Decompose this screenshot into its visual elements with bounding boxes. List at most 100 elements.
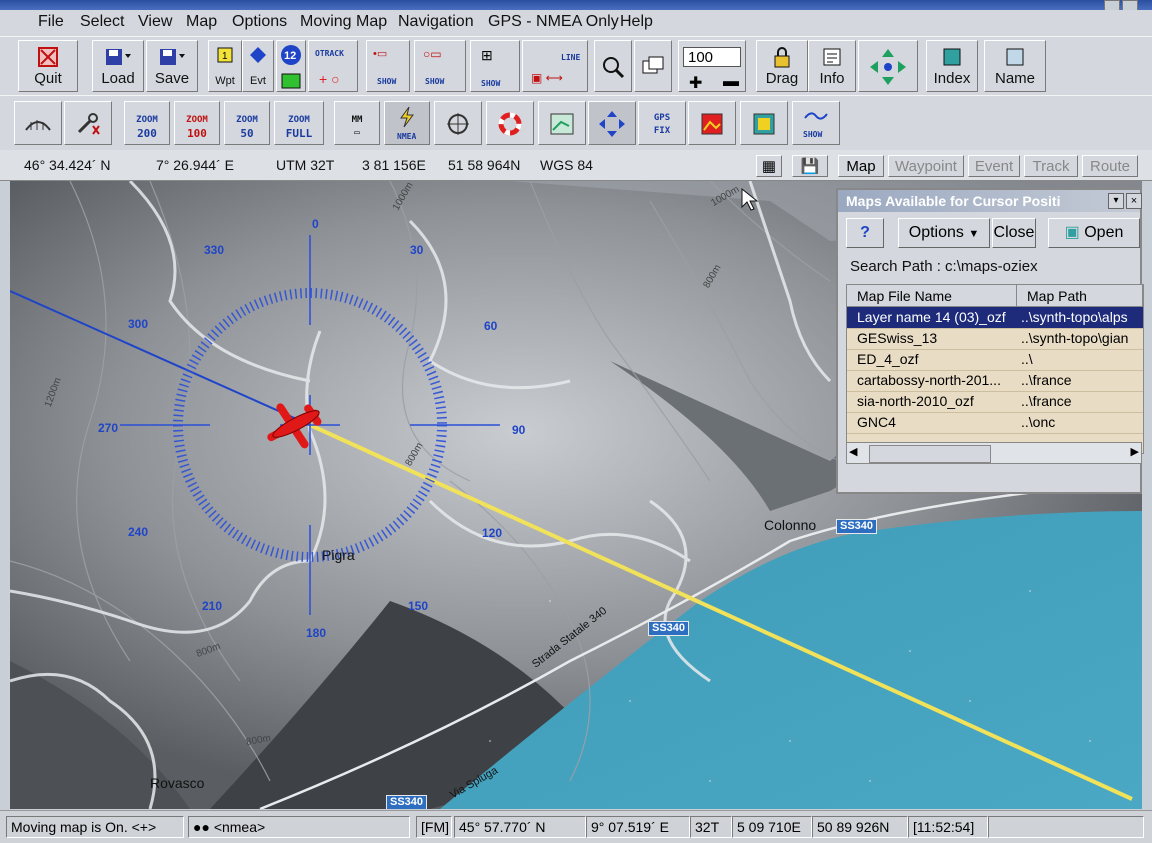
- zoom-50-button[interactable]: ZOOM 50: [224, 101, 270, 145]
- mouse-cursor-icon: [741, 187, 759, 211]
- help-button[interactable]: ?: [846, 218, 884, 248]
- table-row[interactable]: GNC4 ..\onc: [847, 412, 1143, 434]
- search-path: Search Path : c:\maps-oziex: [850, 258, 1038, 275]
- moving-map-button[interactable]: MM ▭: [334, 101, 380, 145]
- road-shield-ss340: SS340: [648, 621, 690, 636]
- menu-options[interactable]: Options: [232, 13, 287, 31]
- map-index-icon: [941, 46, 963, 73]
- horizontal-scrollbar[interactable]: ◀ ▶: [846, 442, 1142, 464]
- menu-gps-nmea[interactable]: GPS - NMEA Only: [488, 13, 619, 31]
- otrack-button[interactable]: OTRACK + ○: [308, 40, 358, 92]
- scroll-left-icon[interactable]: ◀: [849, 445, 857, 458]
- nmea-button[interactable]: NMEA: [384, 101, 430, 145]
- drag-button[interactable]: Drag: [756, 40, 808, 92]
- menu-select[interactable]: Select: [80, 13, 124, 31]
- road-shield-ss340: SS340: [836, 519, 878, 534]
- tab-track[interactable]: Track: [1024, 155, 1078, 177]
- moving-map-status: Moving map is On. <+>: [6, 816, 184, 838]
- center-gps-button[interactable]: [434, 101, 482, 145]
- wave-icon: [803, 108, 829, 127]
- show-waypoints-button[interactable]: •▭ SHOW: [366, 40, 410, 92]
- map-picture-button[interactable]: [688, 101, 736, 145]
- window-button[interactable]: [634, 40, 672, 92]
- map-index-button[interactable]: [740, 101, 788, 145]
- menu-moving-map[interactable]: Moving Map: [300, 13, 387, 31]
- table-row[interactable]: sia-north-2010_ozf ..\france: [847, 391, 1143, 413]
- place-pigra: Pigra: [322, 547, 355, 563]
- scroll-right-icon[interactable]: ▶: [1131, 445, 1139, 458]
- col-map-file-name[interactable]: Map File Name: [847, 285, 1017, 307]
- scroll-thumb[interactable]: [869, 445, 991, 463]
- quit-button[interactable]: Quit: [18, 40, 78, 92]
- info-button[interactable]: Info: [808, 40, 856, 92]
- gps-fix-button[interactable]: GPS FIX: [638, 101, 686, 145]
- track-number-label: 12: [284, 50, 296, 62]
- map-stack-icon: [752, 112, 776, 141]
- show-track-button[interactable]: SHOW: [792, 101, 840, 145]
- zoom-out-icon[interactable]: ▬: [723, 73, 739, 91]
- datum: WGS 84: [540, 157, 593, 173]
- map-path: ..\onc: [1021, 414, 1056, 430]
- name-button[interactable]: Name: [984, 40, 1046, 92]
- show-tracks-button[interactable]: ⊞ SHOW: [470, 40, 520, 92]
- col-map-path[interactable]: Map Path: [1017, 285, 1143, 307]
- place-rovasco: Rovasco: [150, 775, 205, 791]
- menu-view[interactable]: View: [138, 13, 172, 31]
- line-button[interactable]: LINE ▣ ⟷: [522, 40, 588, 92]
- zoom-label: ZOOM: [186, 115, 208, 125]
- line-icon: ▣ ⟷: [531, 71, 563, 85]
- open-button[interactable]: ▣ Open: [1048, 218, 1140, 248]
- compass-label-0: 0: [312, 217, 319, 231]
- zoom-select[interactable]: 100: [683, 47, 741, 67]
- options-button[interactable]: Options ▼: [898, 218, 990, 248]
- zoom-full-button[interactable]: ZOOM FULL: [274, 101, 324, 145]
- map-path: ..\synth-topo\alps: [1021, 309, 1128, 325]
- menu-help[interactable]: Help: [620, 13, 653, 31]
- lifebuoy-button[interactable]: [486, 101, 534, 145]
- mm-label: MM: [351, 115, 363, 125]
- windows-icon: [641, 55, 665, 84]
- map-name-icon: [1004, 46, 1026, 73]
- place-colonno: Colonno: [764, 517, 817, 533]
- index-button[interactable]: Index: [926, 40, 978, 92]
- tools-button[interactable]: [64, 101, 112, 145]
- zoom-200-button[interactable]: ZOOM 200: [124, 101, 170, 145]
- map-open-icon: ▣: [1064, 224, 1080, 241]
- compass-label-120: 120: [482, 526, 503, 540]
- close-button[interactable]: Close: [992, 218, 1036, 248]
- tab-waypoint[interactable]: Waypoint: [888, 155, 964, 177]
- oziexplorer-window: File Select View Map Options Moving Map …: [0, 0, 1152, 843]
- track-button[interactable]: 12: [276, 40, 306, 92]
- track-point-icon: ⊞: [481, 47, 493, 63]
- wrench-icon: [73, 112, 103, 141]
- panel-close-icon[interactable]: ×: [1126, 193, 1142, 209]
- track-map-button[interactable]: [538, 101, 586, 145]
- zoom-in-icon[interactable]: ✚: [689, 73, 702, 93]
- search-button[interactable]: [594, 40, 632, 92]
- panel-dropdown-icon[interactable]: ▾: [1108, 193, 1124, 209]
- event-button[interactable]: Evt: [242, 40, 274, 92]
- table-row[interactable]: Layer name 14 (03)_ozf ..\synth-topo\alps: [847, 307, 1143, 329]
- save-view-button[interactable]: 💾: [792, 155, 828, 177]
- tab-route[interactable]: Route: [1082, 155, 1138, 177]
- load-button[interactable]: Load: [92, 40, 144, 92]
- table-row[interactable]: ED_4_ozf ..\: [847, 349, 1143, 371]
- menu-navigation[interactable]: Navigation: [398, 13, 474, 31]
- table-row[interactable]: GESwiss_13 ..\synth-topo\gian: [847, 328, 1143, 350]
- map-image-button[interactable]: ▦: [756, 155, 782, 177]
- waypoint-button[interactable]: 1 Wpt: [208, 40, 242, 92]
- utm-easting: 3 81 156E: [362, 157, 426, 173]
- lightning-icon: [397, 106, 417, 133]
- moving-map-setup-button[interactable]: [14, 101, 62, 145]
- recenter-button[interactable]: [588, 101, 636, 145]
- move-arrows-icon: [598, 110, 626, 143]
- zoom-100-button[interactable]: ZOOM 100: [174, 101, 220, 145]
- tab-event[interactable]: Event: [968, 155, 1020, 177]
- tab-map[interactable]: Map: [838, 155, 884, 177]
- save-button[interactable]: Save: [146, 40, 198, 92]
- show-events-button[interactable]: ○▭ SHOW: [414, 40, 466, 92]
- menu-map[interactable]: Map: [186, 13, 217, 31]
- pan-button[interactable]: [858, 40, 918, 92]
- table-row[interactable]: cartabossy-north-201... ..\france: [847, 370, 1143, 392]
- menu-file[interactable]: File: [38, 13, 64, 31]
